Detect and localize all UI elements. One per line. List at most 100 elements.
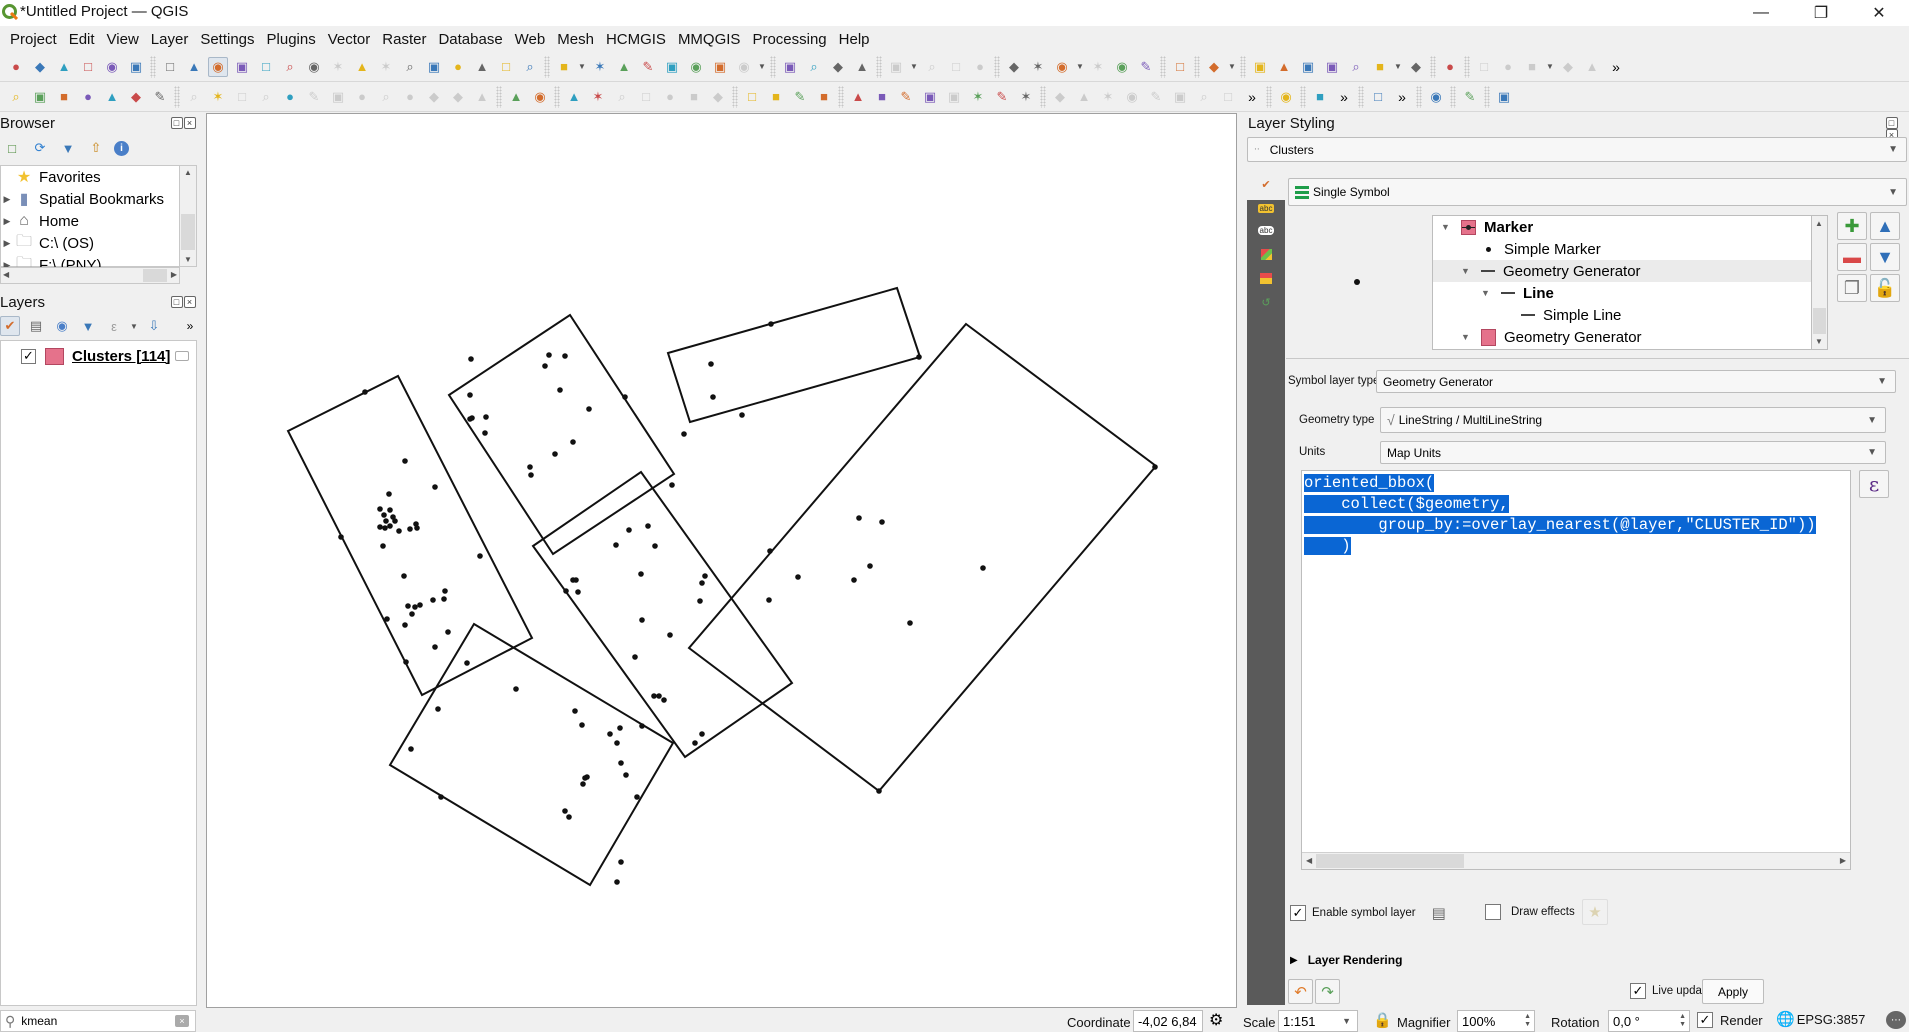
zoom-to-layer-icon[interactable]: ◉ xyxy=(304,57,324,77)
grey-b-icon[interactable]: ▲ xyxy=(1074,87,1094,107)
attribute-table-menu-icon[interactable]: ▣ xyxy=(662,57,682,77)
expand-all-icon[interactable]: ⇩ xyxy=(144,316,164,336)
chevron-down-icon[interactable]: ▼ xyxy=(1076,62,1084,71)
grey-1-icon[interactable]: □ xyxy=(1474,57,1494,77)
zoom-native-icon[interactable]: ✶ xyxy=(328,57,348,77)
scale-combo[interactable]: 1:151 ▼ xyxy=(1278,1010,1358,1032)
chevron-down-icon[interactable]: ▼ xyxy=(910,62,918,71)
new-3d-map-icon[interactable]: ▣ xyxy=(424,57,444,77)
messages-icon[interactable]: ⋯ xyxy=(1886,1011,1906,1029)
symbol-layer-item[interactable]: ▼ Geometry Generator xyxy=(1433,326,1811,348)
crs-button[interactable]: 🌐 EPSG:3857 xyxy=(1776,1010,1865,1028)
copy-icon[interactable]: ● xyxy=(400,87,420,107)
open-layer-styling-icon[interactable]: ✔ xyxy=(0,316,20,336)
identify-icon[interactable]: ■ xyxy=(554,57,574,77)
draw-effects-checkbox[interactable] xyxy=(1485,904,1501,920)
grey-label-2-icon[interactable]: □ xyxy=(636,87,656,107)
cluster-point[interactable] xyxy=(408,746,414,752)
menu-edit[interactable]: Edit xyxy=(63,31,101,48)
label-pin-icon[interactable]: ▲ xyxy=(564,87,584,107)
pencil-icon[interactable]: ✶ xyxy=(208,87,228,107)
grey-d-icon[interactable]: ◉ xyxy=(1122,87,1142,107)
cluster-point[interactable] xyxy=(692,740,698,746)
cluster-point[interactable] xyxy=(702,573,708,579)
cluster-point[interactable] xyxy=(387,507,393,513)
menu-processing[interactable]: Processing xyxy=(746,31,832,48)
star-tool-icon[interactable]: ◉ xyxy=(1112,57,1132,77)
3d-view-tab-icon[interactable] xyxy=(1248,242,1284,266)
cluster-point[interactable] xyxy=(697,598,703,604)
add-symbol-layer-button[interactable]: ✚ xyxy=(1837,212,1867,240)
add-group-icon[interactable]: ▤ xyxy=(26,316,46,336)
add-virtual-icon[interactable]: ✎ xyxy=(150,87,170,107)
symbol-layer-type-combo[interactable]: Geometry Generator ▼ xyxy=(1376,370,1896,393)
select-by-location-icon[interactable]: ▲ xyxy=(852,57,872,77)
cluster-point[interactable] xyxy=(586,406,592,412)
cluster-point[interactable] xyxy=(876,788,882,794)
add-mesh-icon[interactable]: ◆ xyxy=(126,87,146,107)
chevron-down-icon[interactable]: ▼ xyxy=(578,62,586,71)
grey-c-icon[interactable]: ✶ xyxy=(1098,87,1118,107)
toggle-extents-mouse-icon[interactable]: ⚙ xyxy=(1209,1010,1223,1030)
data-defined-override-icon[interactable]: ▤ xyxy=(1432,904,1446,922)
cluster-point[interactable] xyxy=(417,602,423,608)
zoom-in-icon[interactable]: ◉ xyxy=(208,56,228,77)
menu-plugins[interactable]: Plugins xyxy=(261,31,322,48)
cluster-point[interactable] xyxy=(467,416,473,422)
cluster-point[interactable] xyxy=(381,512,387,518)
expand-arrow-icon[interactable]: ▶ xyxy=(1,238,13,249)
rotation-spinbox[interactable]: 0,0 ° ▲ ▼ xyxy=(1608,1010,1690,1032)
cluster-point[interactable] xyxy=(435,706,441,712)
collapse-arrow-icon[interactable]: ▼ xyxy=(1461,266,1475,276)
remove-symbol-layer-button[interactable]: ▬ xyxy=(1837,243,1867,271)
save-edits-icon[interactable]: □ xyxy=(232,87,252,107)
cluster-point[interactable] xyxy=(617,725,623,731)
locator-search[interactable]: ⚲ kmean × xyxy=(0,1010,196,1032)
info-icon[interactable]: i xyxy=(114,140,129,156)
cluster-point[interactable] xyxy=(916,354,922,360)
cluster-point[interactable] xyxy=(579,722,585,728)
add-layer-icon[interactable]: ⌕ xyxy=(6,87,26,107)
browser-item[interactable]: ★ Favorites xyxy=(1,166,179,188)
digitize-4-icon[interactable]: ● xyxy=(970,57,990,77)
cluster-point[interactable] xyxy=(384,616,390,622)
zoom-out-icon[interactable]: ▣ xyxy=(232,57,252,77)
cluster-point[interactable] xyxy=(563,588,569,594)
shape-digitize-icon[interactable]: ▣ xyxy=(1250,57,1270,77)
close-panel-icon[interactable]: × xyxy=(184,117,196,129)
menu-mesh[interactable]: Mesh xyxy=(551,31,600,48)
close-panel-icon[interactable]: × xyxy=(184,296,196,308)
add-point-icon[interactable]: ● xyxy=(280,87,300,107)
globe-dl-icon[interactable]: ■ xyxy=(766,87,786,107)
filter-icon[interactable]: ▼ xyxy=(58,138,78,158)
cluster-point[interactable] xyxy=(638,571,644,577)
cluster-point[interactable] xyxy=(652,543,658,549)
cluster-point[interactable] xyxy=(626,527,632,533)
enable-symbol-layer-checkbox[interactable]: ✓ xyxy=(1290,905,1306,921)
cluster-point[interactable] xyxy=(856,515,862,521)
cluster-point[interactable] xyxy=(661,697,667,703)
cluster-point[interactable] xyxy=(699,580,705,586)
cluster-point[interactable] xyxy=(414,525,420,531)
cluster-point[interactable] xyxy=(528,472,534,478)
processing-toolbox-icon[interactable]: ▲ xyxy=(614,57,634,77)
cluster-point[interactable] xyxy=(430,597,436,603)
cluster-point[interactable] xyxy=(392,518,398,524)
measure-icon[interactable]: ◉ xyxy=(686,57,706,77)
grey-a-icon[interactable]: ◆ xyxy=(1050,87,1070,107)
cluster-point[interactable] xyxy=(614,879,620,885)
cluster-point[interactable] xyxy=(557,387,563,393)
ref-icon[interactable]: ✎ xyxy=(992,87,1012,107)
cluster-point[interactable] xyxy=(681,431,687,437)
grey-2-icon[interactable]: ● xyxy=(1498,57,1518,77)
symbol-layer-item[interactable]: Simple Line xyxy=(1433,304,1811,326)
add-raster-icon[interactable]: ▲ xyxy=(102,87,122,107)
redo-button[interactable]: ↷ xyxy=(1315,979,1340,1004)
cluster-point[interactable] xyxy=(739,412,745,418)
cluster-point[interactable] xyxy=(467,392,473,398)
statistics-icon[interactable]: ✎ xyxy=(638,57,658,77)
plot-tool-icon[interactable]: ● xyxy=(1440,57,1460,77)
cluster-point[interactable] xyxy=(639,723,645,729)
cluster-icon[interactable]: ▣ xyxy=(920,87,940,107)
cluster-point[interactable] xyxy=(879,519,885,525)
